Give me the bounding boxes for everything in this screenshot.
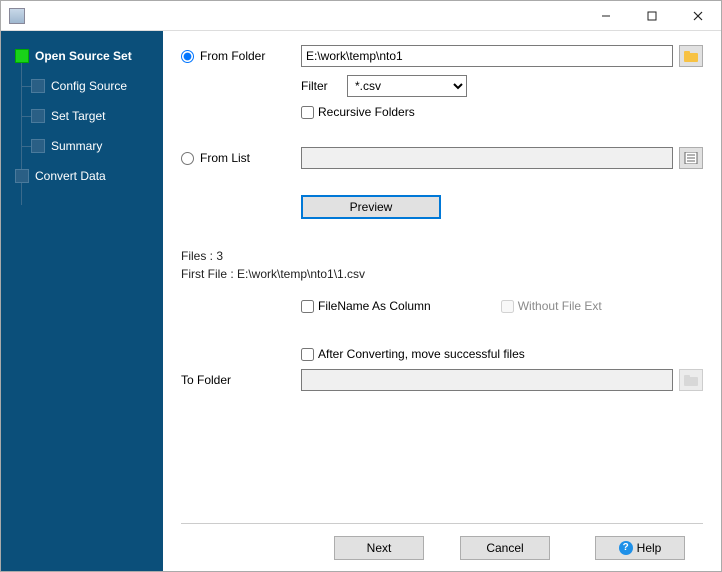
- filename-as-column-text: FileName As Column: [318, 299, 431, 313]
- files-count-text: Files : 3: [181, 249, 703, 263]
- folder-icon: [684, 374, 698, 386]
- cancel-button[interactable]: Cancel: [460, 536, 550, 560]
- to-folder-label: To Folder: [181, 373, 231, 387]
- without-ext-text: Without File Ext: [518, 299, 602, 313]
- step-icon: [15, 169, 29, 183]
- from-folder-radio-label[interactable]: From Folder: [181, 49, 265, 63]
- browse-from-folder-button[interactable]: [679, 45, 703, 67]
- from-folder-radio[interactable]: [181, 50, 194, 63]
- next-button[interactable]: Next: [334, 536, 424, 560]
- minimize-button[interactable]: [583, 1, 629, 31]
- maximize-button[interactable]: [629, 1, 675, 31]
- after-convert-text: After Converting, move successful files: [318, 347, 525, 361]
- help-button-text: Help: [637, 541, 662, 555]
- after-convert-checkbox[interactable]: [301, 348, 314, 361]
- recursive-checkbox[interactable]: [301, 106, 314, 119]
- recursive-checkbox-label[interactable]: Recursive Folders: [301, 105, 415, 119]
- browse-from-list-button[interactable]: [679, 147, 703, 169]
- sidebar-item-label: Set Target: [51, 109, 105, 123]
- main-panel: From Folder Filter: [163, 31, 721, 571]
- close-button[interactable]: [675, 1, 721, 31]
- from-list-radio-text: From List: [200, 151, 250, 165]
- without-ext-checkbox: [501, 300, 514, 313]
- help-icon: ?: [619, 541, 633, 555]
- sidebar-item-label: Summary: [51, 139, 102, 153]
- filename-as-column-label[interactable]: FileName As Column: [301, 299, 431, 313]
- step-icon: [15, 49, 29, 63]
- window: Open Source Set Config Source Set Target…: [0, 0, 722, 572]
- help-button[interactable]: ? Help: [595, 536, 685, 560]
- sidebar-item-label: Config Source: [51, 79, 127, 93]
- sidebar-item-convert-data[interactable]: Convert Data: [1, 161, 163, 191]
- browse-to-folder-button[interactable]: [679, 369, 703, 391]
- step-icon: [31, 109, 45, 123]
- after-convert-label[interactable]: After Converting, move successful files: [301, 347, 525, 361]
- from-folder-radio-text: From Folder: [200, 49, 265, 63]
- from-list-input[interactable]: [301, 147, 673, 169]
- filter-label: Filter: [301, 79, 337, 93]
- app-icon: [9, 8, 25, 24]
- sidebar-item-summary[interactable]: Summary: [1, 131, 163, 161]
- from-list-radio-label[interactable]: From List: [181, 151, 250, 165]
- folder-icon: [684, 50, 698, 62]
- sidebar-item-label: Open Source Set: [35, 49, 132, 63]
- preview-button[interactable]: Preview: [301, 195, 441, 219]
- sidebar-item-set-target[interactable]: Set Target: [1, 101, 163, 131]
- footer: Next Cancel ? Help: [181, 523, 703, 571]
- to-folder-input[interactable]: [301, 369, 673, 391]
- list-file-icon: [684, 152, 698, 164]
- step-icon: [31, 139, 45, 153]
- close-icon: [693, 11, 703, 21]
- without-ext-label: Without File Ext: [501, 299, 602, 313]
- titlebar: [1, 1, 721, 31]
- step-icon: [31, 79, 45, 93]
- maximize-icon: [647, 11, 657, 21]
- minimize-icon: [601, 11, 611, 21]
- sidebar: Open Source Set Config Source Set Target…: [1, 31, 163, 571]
- sidebar-item-label: Convert Data: [35, 169, 106, 183]
- sidebar-item-open-source-set[interactable]: Open Source Set: [1, 41, 163, 71]
- filename-as-column-checkbox[interactable]: [301, 300, 314, 313]
- recursive-text: Recursive Folders: [318, 105, 415, 119]
- first-file-text: First File : E:\work\temp\nto1\1.csv: [181, 267, 703, 281]
- from-folder-input[interactable]: [301, 45, 673, 67]
- from-list-radio[interactable]: [181, 152, 194, 165]
- sidebar-item-config-source[interactable]: Config Source: [1, 71, 163, 101]
- filter-combo[interactable]: *.csv: [347, 75, 467, 97]
